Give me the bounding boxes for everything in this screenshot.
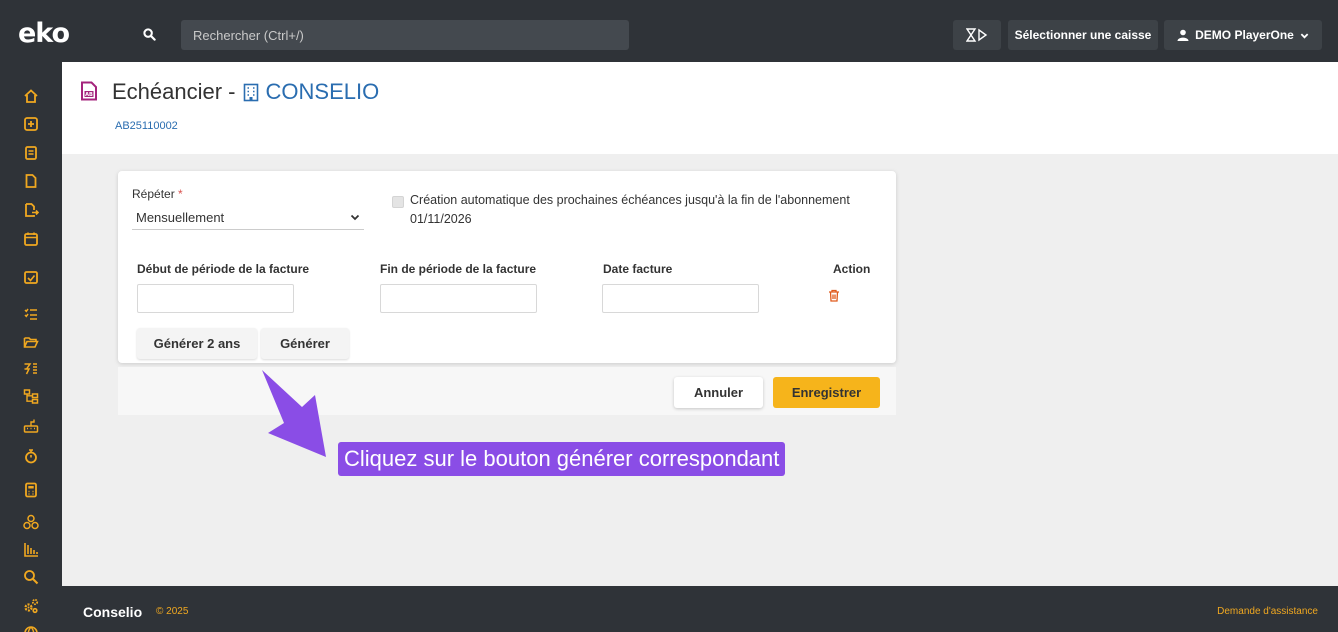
footer-brand: Conselio [83, 604, 143, 620]
list-doc-icon[interactable] [22, 144, 40, 162]
home-icon[interactable] [22, 87, 40, 105]
eko-logo[interactable]: eko [18, 18, 70, 49]
plus-box-icon[interactable] [22, 115, 40, 133]
footer-bar: Conselio © 2025 Demande d'assistance [62, 586, 1338, 632]
page-header: AB Echéancier - CONSELIO AB25110002 [62, 62, 1338, 154]
search-input[interactable] [181, 20, 629, 50]
calendar-check-icon[interactable] [22, 268, 40, 286]
main-content: AB Echéancier - CONSELIO AB25110002 Répé… [62, 62, 1338, 586]
delete-row-button[interactable] [828, 289, 840, 307]
folder-open-icon[interactable] [22, 333, 40, 351]
start-date-input[interactable] [137, 284, 294, 313]
generate-button[interactable]: Générer [261, 328, 349, 359]
tutorial-tooltip: Cliquez sur le bouton générer correspond… [338, 442, 786, 476]
form-actions: Annuler Enregistrer [118, 367, 896, 415]
keyboard-icon[interactable] [22, 417, 40, 435]
repeat-label-text: Répéter [132, 187, 175, 201]
column-header-end: Fin de période de la facture [380, 262, 537, 276]
file-icon[interactable] [22, 172, 40, 190]
cogs-icon[interactable] [22, 597, 40, 615]
calculator-icon[interactable] [22, 481, 40, 499]
end-date-input[interactable] [380, 284, 537, 313]
search-button[interactable] [129, 20, 169, 49]
trash-icon [829, 289, 839, 302]
subscription-document-icon: AB [80, 81, 98, 106]
column-header-action: Action [833, 262, 871, 276]
globe-icon[interactable] [22, 624, 40, 632]
hourglass-play-icon [966, 28, 988, 42]
footer-copyright: © 2025 [156, 606, 189, 617]
search-icon [142, 28, 156, 41]
save-button[interactable]: Enregistrer [773, 377, 880, 408]
repeat-select[interactable]: Mensuellement [132, 205, 364, 230]
chevron-down-icon [350, 214, 360, 221]
page-title: Echéancier - CONSELIO [112, 79, 379, 105]
cash-register-toggle-button[interactable] [953, 20, 1001, 50]
user-icon [1177, 29, 1189, 41]
chevron-down-icon [1300, 33, 1309, 39]
auto-create-label: Création automatique des prochaines éché… [410, 193, 850, 207]
hierarchy-icon[interactable] [22, 387, 40, 405]
select-cash-register-button[interactable]: Sélectionner une caisse [1008, 20, 1158, 50]
tasks-icon[interactable] [22, 360, 40, 378]
support-request-link[interactable]: Demande d'assistance [1217, 606, 1318, 617]
network-icon[interactable] [22, 513, 40, 531]
file-export-icon[interactable] [22, 201, 40, 219]
column-header-start: Début de période de la facture [137, 262, 310, 276]
auto-create-end-date: 01/11/2026 [410, 212, 472, 226]
stopwatch-icon[interactable] [22, 447, 40, 465]
user-name: DEMO PlayerOne [1195, 28, 1294, 42]
tutorial-arrow-icon [262, 370, 326, 457]
cancel-button[interactable]: Annuler [674, 377, 763, 408]
company-link[interactable]: CONSELIO [266, 79, 380, 105]
column-header-date: Date facture [603, 262, 673, 276]
search-icon[interactable] [22, 568, 40, 586]
generate-2-years-button[interactable]: Générer 2 ans [137, 328, 257, 359]
auto-create-checkbox[interactable] [392, 196, 404, 208]
svg-text:AB: AB [85, 92, 93, 98]
calendar-icon[interactable] [22, 230, 40, 248]
user-menu-button[interactable]: DEMO PlayerOne [1164, 20, 1322, 50]
sidebar [0, 62, 62, 632]
checklist-icon[interactable] [22, 305, 40, 323]
reference-number[interactable]: AB25110002 [115, 120, 178, 132]
required-marker: * [178, 187, 183, 201]
page-title-text: Echéancier - [112, 79, 236, 104]
invoice-date-input[interactable] [602, 284, 759, 313]
schedule-form-panel: Répéter * Mensuellement Création automat… [118, 171, 896, 363]
building-icon [243, 83, 258, 101]
repeat-select-value: Mensuellement [136, 209, 225, 225]
top-bar: eko Sélectionner une caisse DEMO PlayerO… [0, 0, 1338, 62]
bar-chart-icon[interactable] [22, 540, 40, 558]
repeat-label: Répéter * [132, 187, 183, 201]
